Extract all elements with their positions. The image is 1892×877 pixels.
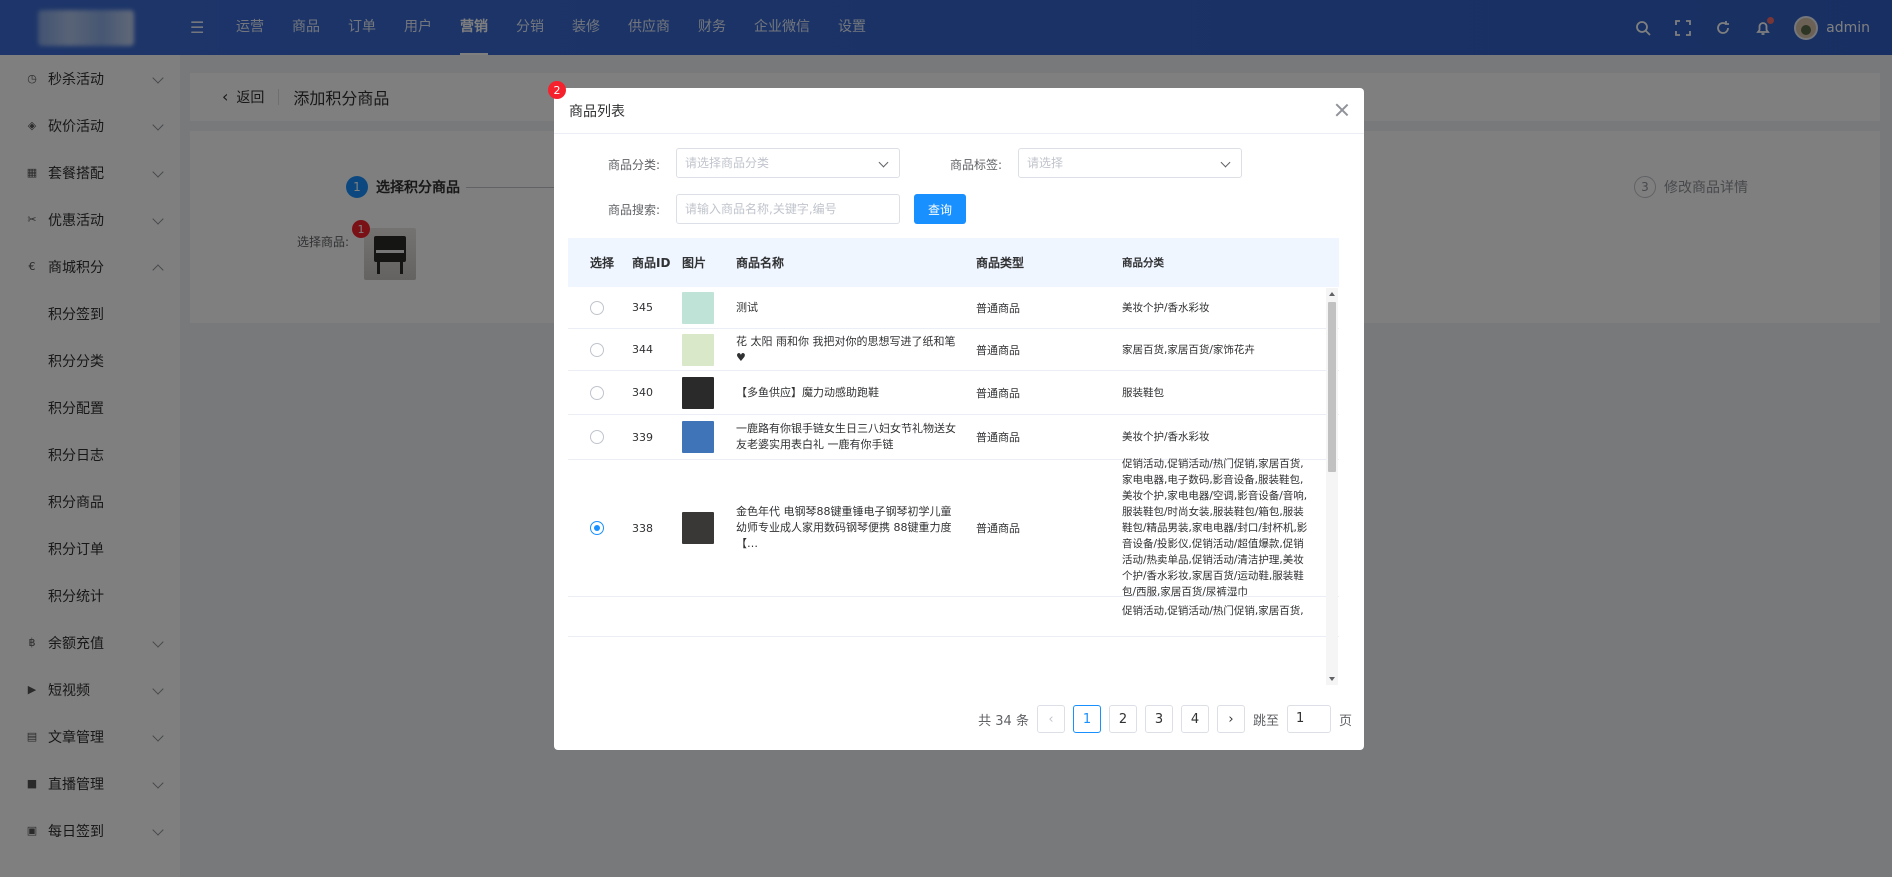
search-label: 商品搜索: [607, 203, 660, 217]
tag-filter-label: 商品标签: [949, 158, 1002, 172]
product-thumbnail [682, 421, 714, 453]
close-icon[interactable] [1332, 100, 1352, 120]
product-list-modal: 商品列表 商品分类: 请选择商品分类 商品标签: 请选择 商品搜索: 请输入商品… [554, 88, 1364, 750]
product-category: 美妆个护/香水彩妆 [1122, 301, 1210, 314]
jump-label: 跳至 [1252, 713, 1279, 729]
row-radio[interactable] [590, 430, 604, 444]
modal-title: 商品列表 [569, 103, 625, 120]
table-row[interactable]: 339 一鹿路有你银手链女生日三八妇女节礼物送女友老婆实用表白礼 一鹿有你手链 普通… [568, 415, 1339, 460]
query-button[interactable]: 查询 [914, 194, 966, 224]
page-unit-label: 页 [1338, 713, 1352, 729]
column-header: 选择 [590, 256, 615, 270]
product-category: 促销活动,促销活动/热门促销,家居百货,家电电器,电子数码,影音设备,服装鞋包,… [1122, 458, 1308, 598]
product-thumbnail [682, 291, 714, 324]
product-type: 普通商品 [976, 431, 1020, 444]
product-name: 一鹿路有你银手链女生日三八妇女节礼物送女友老婆实用表白礼 一鹿有你手链 [736, 422, 956, 451]
product-category: 促销活动,促销活动/热门促销,家居百货, [1122, 605, 1304, 617]
product-type: 普通商品 [976, 522, 1020, 535]
product-name: 测试 [736, 300, 758, 314]
page-button[interactable]: 2 [1108, 705, 1137, 733]
column-header: 商品ID [632, 256, 671, 270]
next-page-button[interactable]: › [1216, 705, 1245, 733]
table-row[interactable]: 344 花 太阳 雨和你 我把对你的思想写进了纸和笔♥ 普通商品 家居百货,家居百货/… [568, 329, 1339, 371]
table-scrollbar[interactable] [1326, 288, 1338, 685]
product-id: 338 [632, 521, 653, 535]
annotation-badge-2: 2 [548, 81, 566, 99]
scroll-down-icon[interactable] [1329, 677, 1335, 681]
page-button[interactable]: 4 [1180, 705, 1209, 733]
column-header: 图片 [682, 256, 707, 270]
prev-page-button[interactable]: ‹ [1036, 705, 1065, 733]
column-header: 商品类型 [976, 256, 1025, 270]
pagination: 共 34 条 ‹ 1 2 3 4 › 跳至 1 页 [978, 705, 1352, 733]
modal-header: 商品列表 [554, 88, 1364, 134]
category-filter-label: 商品分类: [607, 158, 660, 172]
tag-select-placeholder: 请选择 [1027, 156, 1064, 170]
table-row[interactable]: 促销活动,促销活动/热门促销,家居百货, [568, 597, 1339, 637]
scroll-up-icon[interactable] [1329, 292, 1335, 296]
product-id: 345 [632, 301, 653, 314]
search-input[interactable]: 请输入商品名称,关键字,编号 [676, 194, 900, 224]
product-name: 金色年代 电钢琴88键重锤电子钢琴初学儿童幼师专业成人家用数码钢琴便携 88键重… [736, 505, 952, 550]
product-type: 普通商品 [976, 386, 1020, 400]
product-category: 美妆个护/香水彩妆 [1122, 431, 1210, 443]
total-count: 共 34 条 [978, 713, 1029, 729]
row-radio[interactable] [590, 300, 604, 315]
row-radio[interactable] [590, 521, 604, 535]
product-type: 普通商品 [976, 343, 1020, 357]
column-header: 商品名称 [736, 255, 785, 270]
table-body: 345 测试 普通商品 美妆个护/香水彩妆 344 花 太阳 雨和你 我把对你的思想写进了… [568, 287, 1339, 637]
row-radio[interactable] [590, 342, 604, 357]
page-button[interactable]: 1 [1072, 705, 1101, 733]
product-name: 【多鱼供应】魔力动感助跑鞋 [736, 385, 879, 399]
product-category: 服装鞋包 [1122, 386, 1164, 399]
chevron-down-icon [1220, 157, 1231, 168]
page-button[interactable]: 3 [1144, 705, 1173, 733]
category-select[interactable]: 请选择商品分类 [676, 148, 900, 178]
product-thumbnail [682, 333, 714, 366]
product-type: 普通商品 [976, 301, 1020, 315]
table-row[interactable]: 338 金色年代 电钢琴88键重锤电子钢琴初学儿童幼师专业成人家用数码钢琴便携 8… [568, 458, 1339, 598]
table-header: 选择 商品ID 图片 商品名称 商品类型 商品分类 [568, 238, 1339, 287]
product-thumbnail [682, 376, 714, 409]
product-id: 344 [632, 343, 653, 356]
row-radio[interactable] [590, 385, 604, 400]
product-table: 选择 商品ID 图片 商品名称 商品类型 商品分类 345 测试 普通商品 美妆个护/香水彩妆 3… [568, 238, 1339, 685]
chevron-down-icon [878, 157, 889, 168]
product-id: 339 [632, 430, 653, 444]
table-row[interactable]: 345 测试 普通商品 美妆个护/香水彩妆 [568, 287, 1339, 329]
search-input-placeholder: 请输入商品名称,关键字,编号 [685, 202, 837, 216]
product-thumbnail [682, 512, 714, 544]
category-select-placeholder: 请选择商品分类 [685, 156, 770, 170]
product-id: 340 [632, 386, 653, 399]
scrollbar-thumb[interactable] [1328, 302, 1336, 472]
tag-select[interactable]: 请选择 [1018, 148, 1242, 178]
column-header: 商品分类 [1122, 256, 1164, 269]
product-name: 花 太阳 雨和你 我把对你的思想写进了纸和笔♥ [736, 334, 956, 364]
product-category: 家居百货,家居百货/家饰花卉 [1122, 343, 1255, 356]
table-row[interactable]: 340 【多鱼供应】魔力动感助跑鞋 普通商品 服装鞋包 [568, 371, 1339, 415]
jump-page-input[interactable]: 1 [1286, 705, 1331, 733]
